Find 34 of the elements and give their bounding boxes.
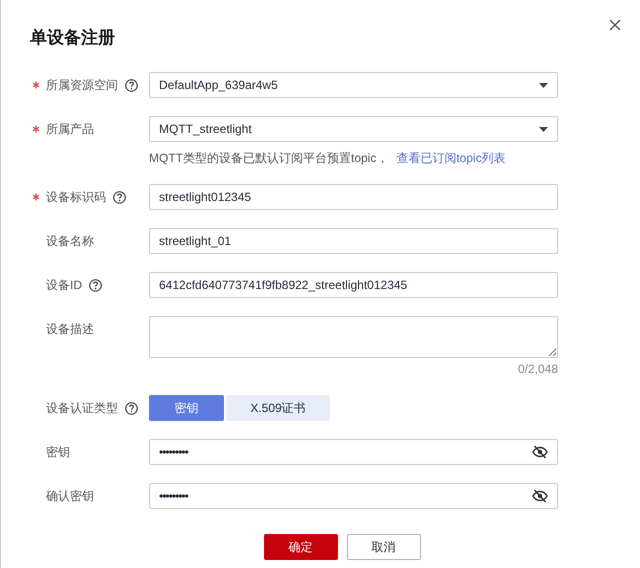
caret-icon bbox=[539, 82, 548, 88]
field-label: 设备标识码 bbox=[46, 188, 106, 206]
hint-text: MQTT类型的设备已默认订阅平台预置topic， 查看已订阅topic列表 bbox=[149, 150, 507, 166]
field-label: 所属资源空间 bbox=[46, 76, 118, 94]
select-field[interactable]: MQTT_streetlight bbox=[149, 116, 558, 142]
confirm-button[interactable]: 确定 bbox=[264, 534, 338, 560]
help-icon[interactable] bbox=[89, 278, 102, 292]
help-icon[interactable] bbox=[125, 78, 138, 92]
caret-icon bbox=[539, 126, 548, 132]
password-field[interactable]: ••••••••• bbox=[149, 439, 558, 465]
eye-slash-icon[interactable] bbox=[532, 489, 548, 503]
input-field[interactable]: streetlight012345 bbox=[149, 184, 558, 210]
field-label: 设备描述 bbox=[46, 320, 94, 338]
input-field[interactable]: streetlight_01 bbox=[149, 228, 558, 254]
field-label: 设备ID bbox=[46, 276, 82, 294]
password-field[interactable]: ••••••••• bbox=[149, 483, 558, 509]
help-icon[interactable] bbox=[113, 190, 126, 204]
input-field[interactable]: 6412cfd640773741f9fb8922_streetlight012345 bbox=[149, 272, 558, 298]
eye-slash-icon[interactable] bbox=[532, 445, 548, 459]
field-label: 设备名称 bbox=[46, 232, 94, 250]
textarea-field[interactable] bbox=[149, 316, 558, 358]
field-label: 确认密钥 bbox=[46, 488, 94, 504]
segment-tab[interactable]: X.509证书 bbox=[226, 395, 330, 421]
topic-list-link[interactable]: 查看已订阅topic列表 bbox=[396, 151, 506, 165]
field-label: 密钥 bbox=[46, 444, 70, 460]
help-icon[interactable] bbox=[125, 402, 138, 414]
segment-tab[interactable]: 密钥 bbox=[149, 395, 224, 421]
select-field[interactable]: DefaultApp_639ar4w5 bbox=[149, 72, 558, 98]
close-icon[interactable] bbox=[609, 19, 621, 31]
field-label: 设备认证类型 bbox=[46, 400, 118, 416]
cancel-button[interactable]: 取消 bbox=[346, 534, 420, 560]
field-label: 所属产品 bbox=[46, 120, 94, 138]
dialog-title: 单设备注册 bbox=[30, 27, 116, 49]
char-counter: 0/2,048 bbox=[516, 361, 558, 377]
